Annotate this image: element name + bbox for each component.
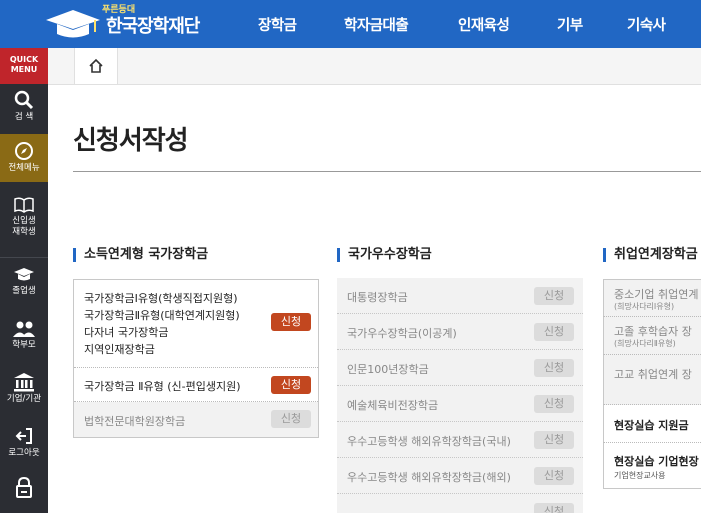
row-label: 예술체육비전장학금	[347, 399, 439, 412]
quick-menu-label[interactable]: QUICK MENU	[0, 48, 48, 84]
apply-button-disabled: 신청	[534, 395, 574, 413]
sidebar-parents[interactable]: 학부모	[0, 320, 48, 362]
section-title-excellence: 국가우수장학금	[337, 248, 432, 262]
row-label: 국가장학금 Ⅱ유형 (신-편입생지원)	[84, 380, 241, 393]
nav-scholarship[interactable]: 장학금	[258, 0, 297, 48]
sidebar-parents-label: 학부모	[12, 340, 36, 350]
apply-button-disabled: 신청	[534, 359, 574, 377]
graduation-cap-icon	[14, 268, 34, 281]
list-item[interactable]: 현장실습 지원금	[603, 405, 701, 443]
apply-button-disabled: 신청	[534, 287, 574, 305]
graduation-cap-logo-icon	[46, 10, 100, 38]
list-item: 중소기업 취업연계 (희망사다리Ⅰ유형)	[603, 279, 701, 317]
sidebar-students[interactable]: 신입생 재학생	[0, 196, 48, 250]
row-label: 법학전문대학원장학금	[84, 415, 186, 428]
list-item: 국가장학금Ⅱ유형(대학연계지원형)	[84, 309, 240, 322]
row-label: 인문100년장학금	[347, 363, 429, 376]
parents-icon	[13, 321, 35, 337]
sidebar-students-label: 신입생 재학생	[12, 216, 36, 237]
nav-dormitory[interactable]: 기숙사	[627, 0, 666, 48]
list-item: 국가장학금Ⅰ유형(학생직접지원형)	[84, 292, 238, 305]
list-item: 고졸 후학습자 장 (희망사다리Ⅱ유형)	[603, 317, 701, 355]
section-title-income: 소득연계형 국가장학금	[73, 248, 208, 262]
apply-button-disabled: 신청	[534, 503, 574, 513]
book-icon	[14, 197, 34, 213]
logout-icon	[15, 428, 32, 444]
logo-title: 한국장학재단	[106, 16, 200, 37]
list-item: 다자녀 국가장학금	[84, 326, 169, 339]
nav-donation[interactable]: 기부	[557, 0, 583, 48]
compass-icon	[15, 142, 33, 160]
row-sublabel: (희망사다리Ⅰ유형)	[614, 302, 675, 311]
list-item: 고교 취업연계 장	[603, 355, 701, 405]
title-divider	[73, 171, 701, 172]
apply-button-disabled: 신청	[271, 410, 311, 428]
sidebar-logout[interactable]: 로그아웃	[0, 426, 48, 468]
apply-button-disabled: 신청	[534, 431, 574, 449]
list-item: 지역인재장학금	[84, 343, 155, 356]
income-group-list: 국가장학금Ⅰ유형(학생직접지원형) 국가장학금Ⅱ유형(대학연계지원형) 다자녀 …	[84, 290, 240, 358]
logo[interactable]: 푸른등대 한국장학재단	[44, 4, 200, 44]
sidebar-companies[interactable]: 기업/기관	[0, 372, 48, 414]
income-row-law: 법학전문대학원장학금 신청	[74, 402, 318, 437]
sidebar-graduates[interactable]: 졸업생	[0, 266, 48, 308]
row-label: 우수고등학생 해외유학장학금(해외)	[347, 471, 511, 484]
breadcrumb	[48, 48, 701, 85]
sidebar-companies-label: 기업/기관	[6, 394, 42, 404]
apply-button-disabled: 신청	[534, 467, 574, 485]
income-row-transfer: 국가장학금 Ⅱ유형 (신-편입생지원) 신청	[74, 368, 318, 402]
list-item: 우수고등학생 해외유학장학금(국내) 신청	[337, 422, 583, 458]
row-label: 우수고등학생 해외유학장학금(국내)	[347, 435, 511, 448]
list-item: 국가우수장학금(이공계) 신청	[337, 314, 583, 350]
list-item: 예술체육비전장학금 신청	[337, 386, 583, 422]
row-label: 중소기업 취업연계	[614, 288, 699, 301]
apply-button-disabled: 신청	[534, 323, 574, 341]
search-icon	[14, 90, 34, 110]
list-item: 인문100년장학금 신청	[337, 350, 583, 386]
top-header: 푸른등대 한국장학재단 장학금 학자금대출 인재육성 기부 기숙사	[0, 0, 701, 48]
sidebar-divider	[0, 257, 48, 258]
sidebar-lock[interactable]	[0, 477, 48, 507]
list-item: 우수고등학생 해외유학장학금(해외) 신청	[337, 458, 583, 494]
sidebar-graduates-label: 졸업생	[12, 286, 36, 296]
list-item[interactable]: 현장실습 기업현장 기업현장교사용	[603, 443, 701, 489]
building-icon	[14, 373, 34, 392]
home-button[interactable]	[74, 48, 118, 84]
sidebar-all-menu-label: 전체메뉴	[8, 163, 40, 173]
row-sublabel: 기업현장교사용	[614, 471, 666, 480]
list-item: 신청	[337, 494, 583, 513]
row-label: 현장실습 기업현장	[614, 455, 699, 468]
row-label: 현장실습 지원금	[614, 419, 689, 432]
apply-button[interactable]: 신청	[271, 313, 311, 331]
apply-button[interactable]: 신청	[271, 376, 311, 394]
income-row-group: 국가장학금Ⅰ유형(학생직접지원형) 국가장학금Ⅱ유형(대학연계지원형) 다자녀 …	[74, 280, 318, 368]
sidebar-logout-label: 로그아웃	[8, 448, 40, 458]
nav-student-loan[interactable]: 학자금대출	[344, 0, 409, 48]
row-label: 고졸 후학습자 장	[614, 325, 692, 338]
row-label: 국가우수장학금(이공계)	[347, 327, 457, 340]
page-title: 신청서작성	[73, 126, 189, 156]
row-label: 고교 취업연계 장	[614, 368, 692, 381]
sidebar-search[interactable]: 검 색	[0, 90, 48, 132]
sidebar-search-label: 검 색	[14, 112, 34, 122]
list-item: 대통령장학금 신청	[337, 278, 583, 314]
income-card: 국가장학금Ⅰ유형(학생직접지원형) 국가장학금Ⅱ유형(대학연계지원형) 다자녀 …	[73, 279, 319, 438]
row-label: 대통령장학금	[347, 291, 408, 304]
nav-talent-development[interactable]: 인재육성	[458, 0, 510, 48]
home-icon	[89, 58, 103, 73]
sidebar-all-menu[interactable]: 전체메뉴	[0, 134, 48, 182]
row-sublabel: (희망사다리Ⅱ유형)	[614, 339, 676, 348]
lock-icon	[16, 477, 32, 498]
section-title-employment: 취업연계장학금	[603, 248, 698, 262]
